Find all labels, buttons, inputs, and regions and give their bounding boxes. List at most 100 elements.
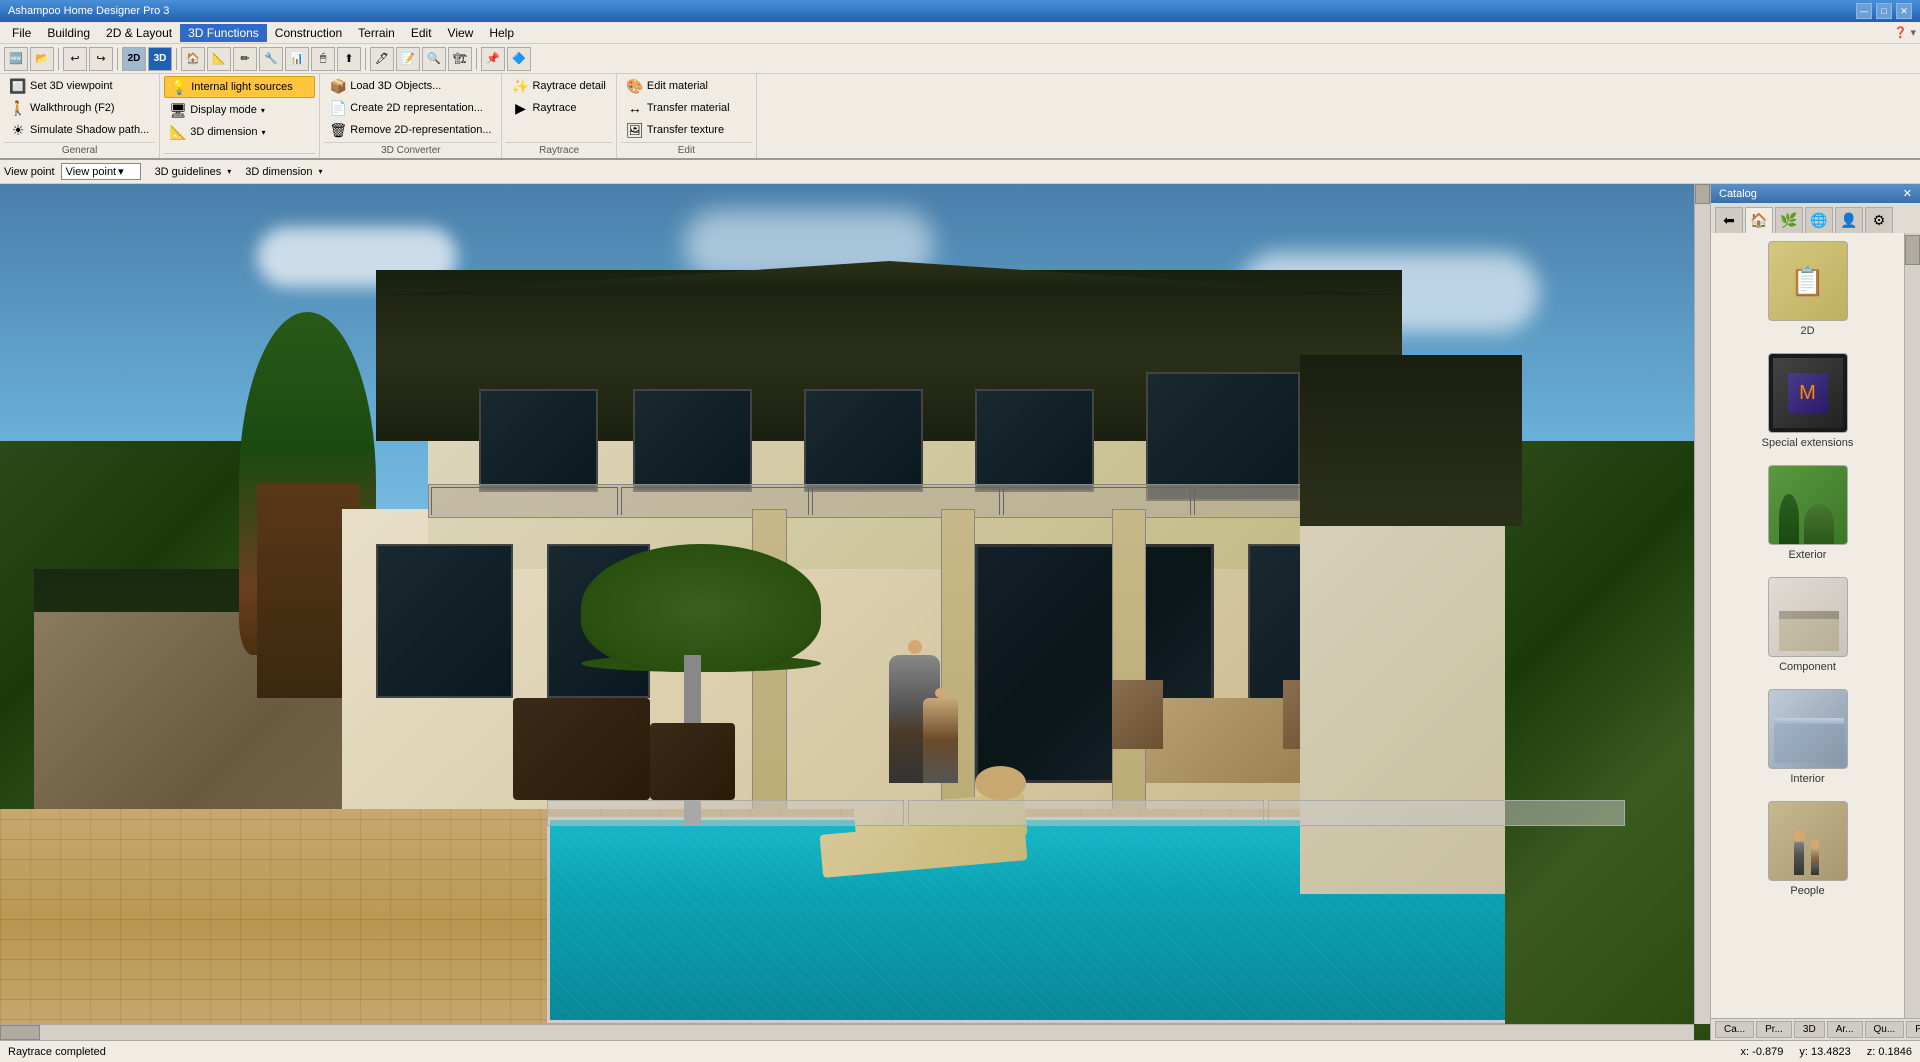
catalog-tab-nature[interactable]: 🌿 <box>1775 207 1803 233</box>
catalog-item-component[interactable]: Component <box>1719 577 1896 673</box>
menu-view[interactable]: View <box>440 24 482 42</box>
2d-button[interactable]: 2D <box>122 47 146 71</box>
tool2[interactable]: 📐 <box>207 47 231 71</box>
3d-dimension-button[interactable]: 📐 3D dimension ▾ <box>164 122 315 142</box>
remove-2d-button[interactable]: 🗑 Remove 2D-representation... <box>324 120 497 140</box>
balcony-railing <box>428 484 1386 518</box>
status-coords-bar: Raytrace completed x: -0.879 y: 13.4823 … <box>0 1040 1920 1062</box>
maximize-button[interactable]: □ <box>1876 3 1892 19</box>
bottom-tab-qu[interactable]: Qu... <box>1865 1021 1905 1038</box>
display-mode-button[interactable]: 🖥 Display mode ▾ <box>164 100 315 120</box>
catalog-item-special[interactable]: M Special extensions <box>1719 353 1896 449</box>
tool4[interactable]: 🔧 <box>259 47 283 71</box>
catalog-tab-globe[interactable]: 🌐 <box>1805 207 1833 233</box>
person-child <box>923 698 957 784</box>
undo-button[interactable]: ↩ <box>63 47 87 71</box>
general-group-label: General <box>4 142 155 156</box>
menu-3d-functions[interactable]: 3D Functions <box>180 24 267 42</box>
minimize-button[interactable]: — <box>1856 3 1872 19</box>
close-button[interactable]: ✕ <box>1896 3 1912 19</box>
child-head <box>935 688 945 698</box>
tool12[interactable]: 📌 <box>481 47 505 71</box>
status-text: Raytrace completed <box>8 1046 1741 1058</box>
internal-light-button[interactable]: 💡 Internal light sources <box>164 76 315 98</box>
catalog-img-people <box>1768 801 1848 881</box>
tool6[interactable]: 🖱 <box>311 47 335 71</box>
raytrace-button[interactable]: ▶ Raytrace <box>506 98 611 118</box>
menu-terrain[interactable]: Terrain <box>350 24 403 42</box>
h-scrollbar[interactable] <box>0 1024 1694 1040</box>
wicker-sofa <box>513 698 650 801</box>
tool10[interactable]: 🔍 <box>422 47 446 71</box>
tool3[interactable]: ✏ <box>233 47 257 71</box>
menu-construction[interactable]: Construction <box>267 24 350 42</box>
house-right-ext <box>1300 509 1505 894</box>
h-scrollbar-thumb[interactable] <box>0 1025 40 1040</box>
transfer-material-button[interactable]: ↔ Transfer material <box>621 98 752 118</box>
tool5[interactable]: 📊 <box>285 47 309 71</box>
catalog-scroll-thumb[interactable] <box>1905 235 1920 265</box>
v-scrollbar[interactable] <box>1694 184 1710 1024</box>
catalog-tab-settings[interactable]: ⚙ <box>1865 207 1893 233</box>
ribbon-group-general: 🔲 Set 3D viewpoint 🚶 Walkthrough (F2) ☀ … <box>0 74 160 158</box>
person-head <box>908 640 922 654</box>
catalog-tab-back[interactable]: ⬅ <box>1715 207 1743 233</box>
redo-button[interactable]: ↪ <box>89 47 113 71</box>
ribbon-group-converter: 📦 Load 3D Objects... 📄 Create 2D represe… <box>320 74 502 158</box>
catalog-tab-home[interactable]: 🏠 <box>1745 207 1773 233</box>
raytrace-detail-button[interactable]: ✨ Raytrace detail <box>506 76 611 96</box>
edit-material-button[interactable]: 🎨 Edit material <box>621 76 752 96</box>
walkthrough-button[interactable]: 🚶 Walkthrough (F2) <box>4 98 155 118</box>
tool7[interactable]: ⬆ <box>337 47 361 71</box>
catalog-close[interactable]: ✕ <box>1903 187 1912 200</box>
wicker-chair <box>650 723 736 800</box>
menu-2d-layout[interactable]: 2D & Layout <box>98 24 180 42</box>
bottom-tab-catalog[interactable]: Ca... <box>1715 1021 1754 1038</box>
viewport[interactable] <box>0 184 1710 1040</box>
catalog-tab-person[interactable]: 👤 <box>1835 207 1863 233</box>
pool-railing <box>547 800 1624 826</box>
catalog-item-exterior[interactable]: Exterior <box>1719 465 1896 561</box>
coord-y: y: 13.4823 <box>1799 1046 1850 1058</box>
catalog-item-people[interactable]: People <box>1719 801 1896 897</box>
open-button[interactable]: 📂 <box>30 47 54 71</box>
view-point-dropdown[interactable]: View point ▾ <box>61 163 141 180</box>
tool9[interactable]: 📝 <box>396 47 420 71</box>
bottom-tab-properties[interactable]: Pr... <box>1756 1021 1792 1038</box>
new-button[interactable]: 🆕 <box>4 47 28 71</box>
umbrella <box>581 544 820 672</box>
menu-file[interactable]: File <box>4 24 39 42</box>
catalog-scrollbar[interactable] <box>1904 233 1920 1018</box>
tool8[interactable]: 🖊 <box>370 47 394 71</box>
title-bar-controls[interactable]: — □ ✕ <box>1856 3 1912 19</box>
menu-help[interactable]: Help <box>481 24 522 42</box>
raytrace-icon: ▶ <box>512 100 528 116</box>
bottom-tab-pv[interactable]: PV... <box>1906 1021 1920 1038</box>
tool1[interactable]: 🏠 <box>181 47 205 71</box>
separator-5 <box>476 48 477 70</box>
catalog-item-interior[interactable]: Interior <box>1719 689 1896 785</box>
load-3d-button[interactable]: 📦 Load 3D Objects... <box>324 76 497 96</box>
scrollbar-thumb[interactable] <box>1695 184 1710 204</box>
bottom-tab-ar[interactable]: Ar... <box>1827 1021 1863 1038</box>
window-sf-2 <box>633 389 753 492</box>
catalog-img-component <box>1768 577 1848 657</box>
dropdown-chevron: ▾ <box>118 165 124 178</box>
raytrace-label: Raytrace <box>506 142 611 156</box>
title-bar: Ashampoo Home Designer Pro 3 — □ ✕ <box>0 0 1920 22</box>
transfer-texture-button[interactable]: 🖼 Transfer texture <box>621 120 752 140</box>
tool11[interactable]: 🏗 <box>448 47 472 71</box>
create-2d-button[interactable]: 📄 Create 2D representation... <box>324 98 497 118</box>
edit-label: Edit <box>621 142 752 156</box>
help-icon[interactable]: ❓ ▾ <box>1894 26 1916 39</box>
3d-button[interactable]: 3D <box>148 47 172 71</box>
set-3d-viewpoint-button[interactable]: 🔲 Set 3D viewpoint <box>4 76 155 96</box>
dimension-arrow: ▾ <box>319 167 323 176</box>
simulate-shadow-button[interactable]: ☀ Simulate Shadow path... <box>4 120 155 140</box>
ribbon: 🔲 Set 3D viewpoint 🚶 Walkthrough (F2) ☀ … <box>0 74 1920 184</box>
catalog-item-2d[interactable]: 📋 2D <box>1719 241 1896 337</box>
menu-edit[interactable]: Edit <box>403 24 440 42</box>
bottom-tab-3d[interactable]: 3D <box>1794 1021 1825 1038</box>
menu-building[interactable]: Building <box>39 24 98 42</box>
tool13[interactable]: 🔷 <box>507 47 531 71</box>
